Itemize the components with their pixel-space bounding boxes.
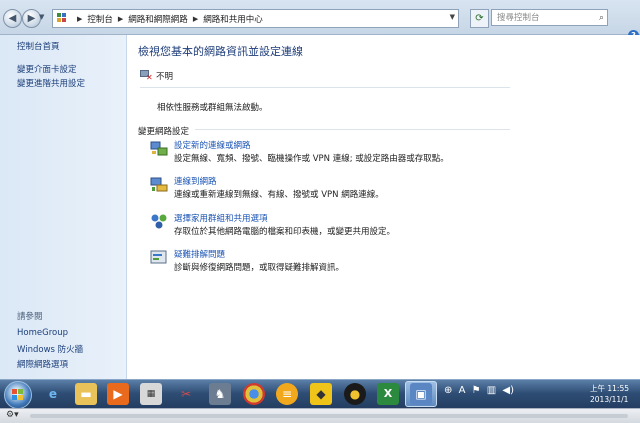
taskbar: e ▬ ▶ ▦ ✂ ♞ ≡ ◆ ● X ▣ ⊕ A ⚑ ▥ ◀) 上午 11:5… bbox=[0, 379, 640, 409]
homegroup-description: 存取位於其他網路電腦的檔案和印表機，或變更共用設定。 bbox=[174, 227, 396, 237]
network-unknown-icon: ✕ bbox=[140, 70, 153, 82]
back-button[interactable]: ◀ bbox=[3, 9, 22, 28]
internet-explorer-icon[interactable]: e bbox=[42, 383, 64, 405]
breadcrumb-control-panel[interactable]: 控制台 bbox=[87, 13, 113, 25]
back-arrow-icon: ◀ bbox=[8, 13, 17, 24]
control-panel-icon bbox=[57, 13, 68, 24]
content-pane: 檢視您基本的網路資訊並設定連線 ✕ 不明 相依性服務或群組無法啟動。 變更網路設… bbox=[127, 35, 640, 379]
troubleshoot-link[interactable]: 疑難排解問題 bbox=[174, 248, 225, 260]
clock-time[interactable]: 上午 11:55 bbox=[590, 383, 629, 394]
homegroup-options-link[interactable]: 選擇家用群組和共用選項 bbox=[174, 212, 268, 224]
troubleshoot-description: 診斷與修復網路問題，或取得疑難排解資訊。 bbox=[174, 263, 345, 273]
see-also-homegroup-link[interactable]: HomeGroup bbox=[17, 328, 68, 338]
horizontal-scrollbar[interactable] bbox=[30, 414, 628, 418]
see-also-firewall-link[interactable]: Windows 防火牆 bbox=[17, 343, 83, 355]
divider bbox=[195, 129, 510, 130]
breadcrumb-network-sharing-center[interactable]: 網路和共用中心 bbox=[203, 13, 263, 25]
ime-a-icon[interactable]: A bbox=[459, 385, 466, 396]
see-also-internet-options-link[interactable]: 網際網路選項 bbox=[17, 358, 68, 370]
language-icon[interactable]: ⊕ bbox=[444, 385, 452, 396]
divider bbox=[140, 87, 510, 88]
gear-icon[interactable]: ⚙▾ bbox=[6, 410, 19, 420]
calendar-app-icon[interactable]: ▦ bbox=[140, 383, 162, 405]
clock-date[interactable]: 2013/11/1 bbox=[590, 395, 628, 404]
connect-network-link[interactable]: 連線到網路 bbox=[174, 175, 217, 187]
player-app-icon[interactable]: ● bbox=[344, 383, 366, 405]
breadcrumb-separator-icon: ▶ bbox=[192, 14, 199, 23]
address-bar[interactable]: ▶ 控制台 ▶ 網路和網際網路 ▶ 網路和共用中心 ▼ bbox=[52, 9, 459, 28]
change-advanced-sharing-link[interactable]: 變更進階共用設定 bbox=[17, 77, 85, 89]
breadcrumb-separator-icon: ▶ bbox=[77, 14, 83, 23]
control-panel-home-link[interactable]: 控制台首頁 bbox=[17, 40, 60, 52]
recent-pages-chevron-icon[interactable]: ▼ bbox=[39, 13, 44, 21]
flag-icon[interactable]: ⚑ bbox=[472, 385, 481, 396]
left-navigation-pane: 控制台首頁 變更介面卡設定 變更進階共用設定 請參閱 HomeGroup Win… bbox=[0, 35, 127, 379]
change-adapter-settings-link[interactable]: 變更介面卡設定 bbox=[17, 63, 77, 75]
address-dropdown-icon[interactable]: ▼ bbox=[450, 13, 455, 21]
volume-icon[interactable]: ◀) bbox=[502, 385, 514, 396]
file-explorer-icon[interactable]: ▬ bbox=[75, 383, 97, 405]
page-title: 檢視您基本的網路資訊並設定連線 bbox=[138, 45, 303, 58]
system-tray: ⊕ A ⚑ ▥ ◀) bbox=[444, 385, 517, 396]
bottom-strip: ⚙▾ bbox=[0, 408, 640, 423]
snipping-tool-icon[interactable]: ✂ bbox=[175, 383, 197, 405]
network-icon[interactable]: ▥ bbox=[487, 385, 496, 396]
media-player-icon[interactable]: ▶ bbox=[107, 383, 129, 405]
homegroup-icon bbox=[151, 214, 167, 229]
media-app-icon[interactable]: ≡ bbox=[276, 383, 298, 405]
chrome-icon[interactable] bbox=[243, 383, 265, 405]
address-toolbar: ◀ ▶ ▼ ▶ 控制台 ▶ 網路和網際網路 ▶ 網路和共用中心 ▼ ⟳ 搜尋控制… bbox=[0, 0, 640, 35]
forward-arrow-icon: ▶ bbox=[27, 13, 36, 24]
connect-network-description: 連線或重新連線到無線、有線、撥號或 VPN 網路連線。 bbox=[174, 190, 384, 200]
refresh-icon: ⟳ bbox=[475, 13, 484, 24]
troubleshoot-icon bbox=[150, 250, 167, 264]
status-message: 相依性服務或群組無法啟動。 bbox=[157, 103, 268, 113]
breadcrumb-separator-icon: ▶ bbox=[117, 14, 124, 23]
new-connection-icon bbox=[150, 141, 168, 156]
game-app-icon[interactable]: ♞ bbox=[209, 383, 231, 405]
setup-connection-link[interactable]: 設定新的連線或網路 bbox=[174, 139, 251, 151]
see-also-heading: 請參閱 bbox=[17, 312, 43, 322]
breadcrumb-network-internet[interactable]: 網路和網際網路 bbox=[128, 13, 188, 25]
windows-logo-icon bbox=[12, 389, 24, 401]
network-name: 不明 bbox=[156, 72, 174, 82]
search-input[interactable]: 搜尋控制台 bbox=[497, 13, 540, 23]
tag-app-icon[interactable]: ◆ bbox=[310, 383, 332, 405]
setup-connection-description: 設定無線、寬頻、撥號、臨機操作或 VPN 連線; 或設定路由器或存取點。 bbox=[174, 154, 449, 164]
control-panel-window-icon: ▣ bbox=[410, 383, 432, 405]
connect-network-icon bbox=[150, 177, 168, 192]
search-box[interactable]: 搜尋控制台 ⌕ bbox=[491, 9, 608, 26]
excel-icon[interactable]: X bbox=[377, 383, 399, 405]
start-button[interactable] bbox=[4, 381, 32, 409]
refresh-button[interactable]: ⟳ bbox=[470, 9, 489, 28]
section-heading: 變更網路設定 bbox=[138, 127, 190, 137]
search-icon[interactable]: ⌕ bbox=[599, 10, 604, 27]
